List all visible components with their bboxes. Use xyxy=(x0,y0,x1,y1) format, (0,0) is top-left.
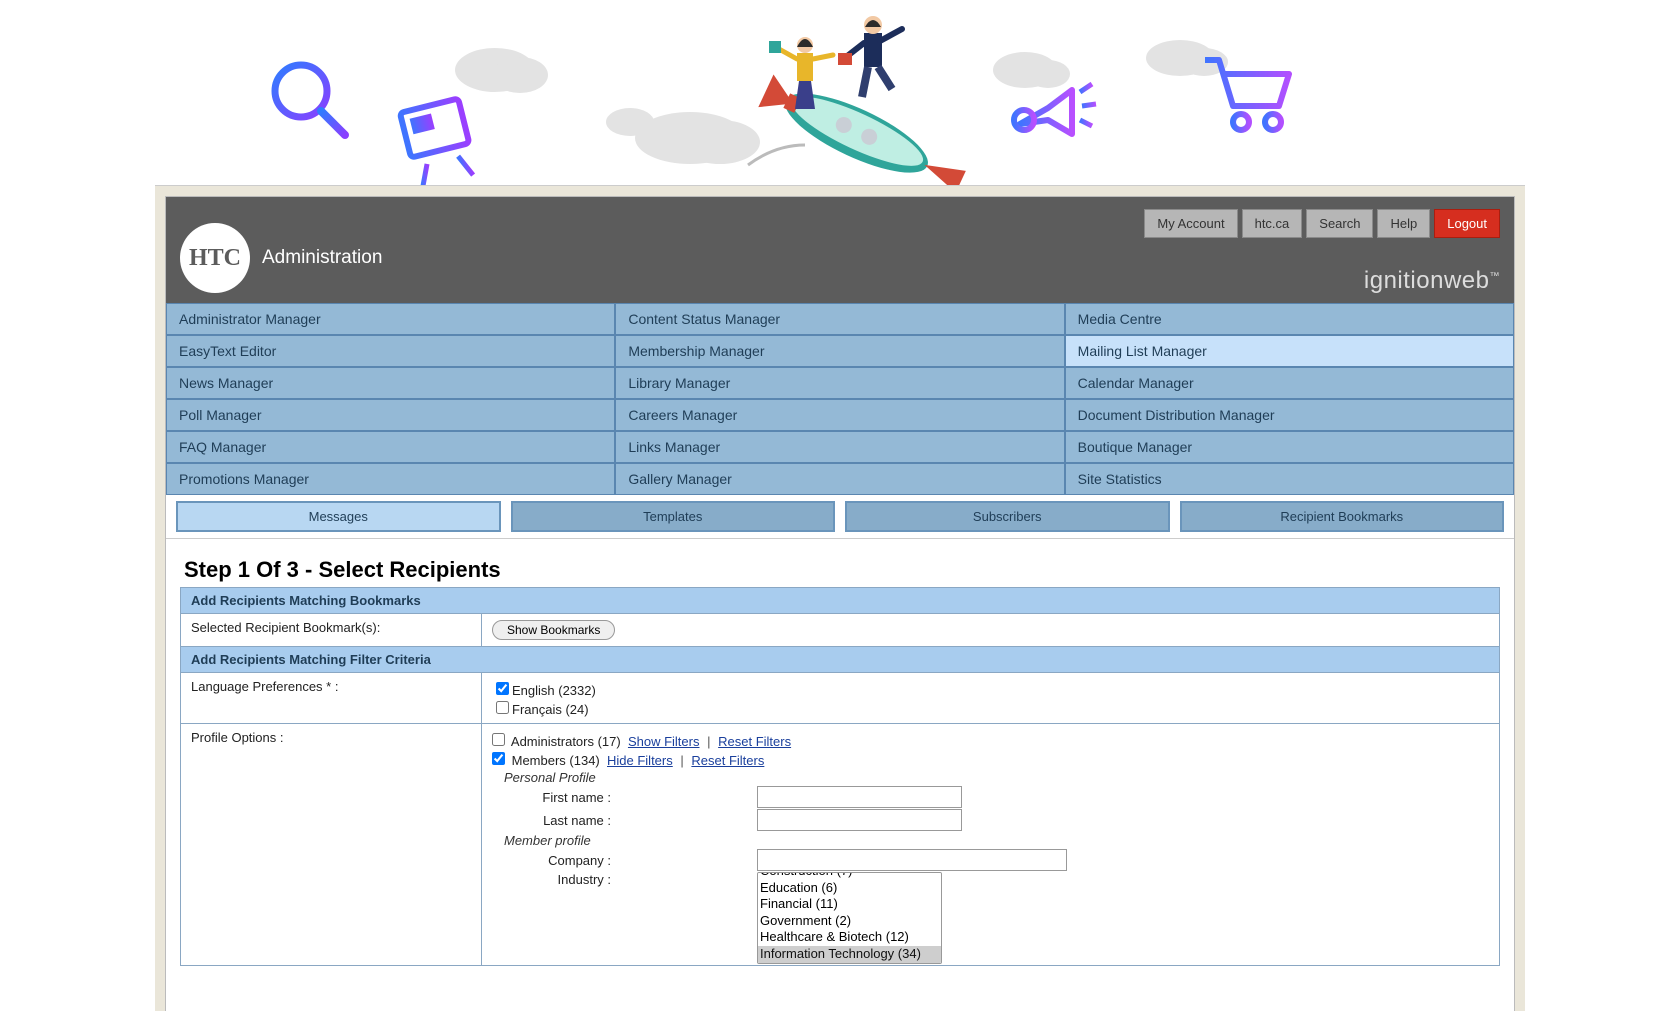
language-pref-label: Language Preferences * : xyxy=(181,673,482,724)
primary-nav: Administrator ManagerContent Status Mana… xyxy=(166,303,1514,495)
profile-options-label: Profile Options : xyxy=(181,724,482,966)
section-tabs: Messages Templates Subscribers Recipient Bo… xyxy=(166,495,1514,539)
nav-poll-manager[interactable]: Poll Manager xyxy=(166,399,615,431)
nav-media-centre[interactable]: Media Centre xyxy=(1065,303,1514,335)
industry-label: Industry : xyxy=(516,872,611,887)
nav-administrator-manager[interactable]: Administrator Manager xyxy=(166,303,615,335)
nav-document-distribution-manager[interactable]: Document Distribution Manager xyxy=(1065,399,1514,431)
show-bookmarks-button[interactable]: Show Bookmarks xyxy=(492,620,615,640)
tab-messages[interactable]: Messages xyxy=(176,501,501,532)
nav-calendar-manager[interactable]: Calendar Manager xyxy=(1065,367,1514,399)
first-name-label: First name : xyxy=(516,790,611,805)
nav-links-manager[interactable]: Links Manager xyxy=(615,431,1064,463)
lang-francais-option[interactable]: Français (24) xyxy=(492,702,589,717)
selected-bookmark-label: Selected Recipient Bookmark(s): xyxy=(181,614,482,647)
members-hide-filters-link[interactable]: Hide Filters xyxy=(607,753,673,768)
personal-profile-heading: Personal Profile xyxy=(504,770,1493,785)
tab-templates[interactable]: Templates xyxy=(511,501,836,532)
hero-illustration xyxy=(0,0,1680,190)
cart-icon xyxy=(1195,40,1305,150)
brand-mark: ignitionweb™ xyxy=(1364,267,1500,295)
administrators-reset-filters-link[interactable]: Reset Filters xyxy=(718,734,791,749)
nav-mailing-list-manager[interactable]: Mailing List Manager xyxy=(1065,335,1514,367)
nav-careers-manager[interactable]: Careers Manager xyxy=(615,399,1064,431)
members-checkbox[interactable] xyxy=(492,752,505,765)
administrators-label: Administrators (17) xyxy=(511,734,621,749)
search-button[interactable]: Search xyxy=(1306,209,1373,238)
industry-select[interactable]: Construction (7)Education (6)Financial (… xyxy=(757,872,942,964)
nav-library-manager[interactable]: Library Manager xyxy=(615,367,1064,399)
section-filter-header: Add Recipients Matching Filter Criteria xyxy=(181,647,1500,673)
nav-content-status-manager[interactable]: Content Status Manager xyxy=(615,303,1064,335)
logout-button[interactable]: Logout xyxy=(1434,209,1500,238)
members-reset-filters-link[interactable]: Reset Filters xyxy=(691,753,764,768)
search-icon xyxy=(265,55,355,145)
last-name-input[interactable] xyxy=(757,809,962,831)
nav-promotions-manager[interactable]: Promotions Manager xyxy=(166,463,615,495)
help-button[interactable]: Help xyxy=(1377,209,1430,238)
my-account-button[interactable]: My Account xyxy=(1144,209,1237,238)
brand-title: Administration xyxy=(262,247,382,269)
member-profile-heading: Member profile xyxy=(504,833,1493,848)
tab-subscribers[interactable]: Subscribers xyxy=(845,501,1170,532)
nav-boutique-manager[interactable]: Boutique Manager xyxy=(1065,431,1514,463)
company-input[interactable] xyxy=(757,849,1067,871)
company-label: Company : xyxy=(516,853,611,868)
section-bookmarks-header: Add Recipients Matching Bookmarks xyxy=(181,588,1500,614)
htc-ca-button[interactable]: htc.ca xyxy=(1242,209,1303,238)
nav-easytext-editor[interactable]: EasyText Editor xyxy=(166,335,615,367)
administrators-show-filters-link[interactable]: Show Filters xyxy=(628,734,700,749)
brand-logo: HTC xyxy=(180,223,250,293)
tab-recipient-bookmarks[interactable]: Recipient Bookmarks xyxy=(1180,501,1505,532)
rocket-illustration xyxy=(720,0,980,195)
nav-membership-manager[interactable]: Membership Manager xyxy=(615,335,1064,367)
nav-site-statistics[interactable]: Site Statistics xyxy=(1065,463,1514,495)
nav-gallery-manager[interactable]: Gallery Manager xyxy=(615,463,1064,495)
step-title: Step 1 Of 3 - Select Recipients xyxy=(184,557,1500,583)
administrators-checkbox[interactable] xyxy=(492,733,505,746)
lang-francais-checkbox[interactable] xyxy=(496,701,509,714)
nav-news-manager[interactable]: News Manager xyxy=(166,367,615,399)
megaphone-icon xyxy=(1000,62,1100,162)
lang-english-checkbox[interactable] xyxy=(496,682,509,695)
app-topbar: HTC Administration My Accounthtc.caSearc… xyxy=(166,197,1514,303)
last-name-label: Last name : xyxy=(516,813,611,828)
members-label: Members (134) xyxy=(512,753,600,768)
nav-faq-manager[interactable]: FAQ Manager xyxy=(166,431,615,463)
lang-english-option[interactable]: English (2332) xyxy=(492,683,596,698)
first-name-input[interactable] xyxy=(757,786,962,808)
